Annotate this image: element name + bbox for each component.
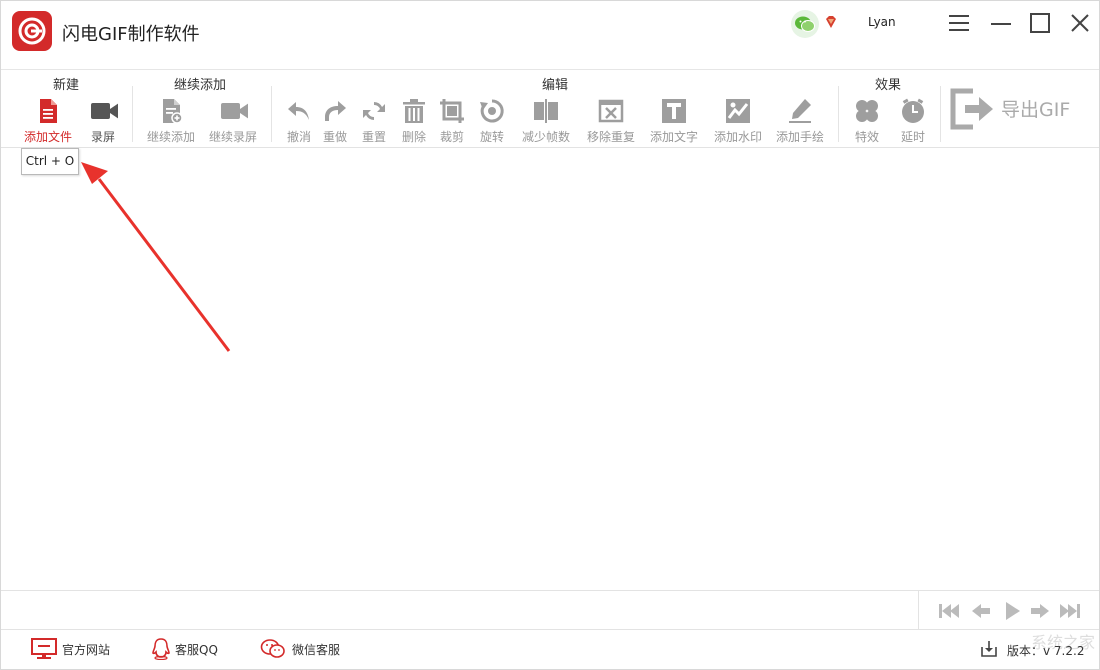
username[interactable]: Lyan (868, 15, 896, 29)
remove-duplicate-button[interactable]: 移除重复 (584, 96, 638, 144)
redo-icon (325, 101, 346, 121)
arrow-left-icon (972, 604, 990, 618)
reduce-frames-button[interactable]: 减少帧数 (519, 96, 573, 144)
remove-duplicate-label: 移除重复 (586, 130, 635, 144)
undo-label: 撤消 (286, 130, 311, 144)
remove-duplicate-icon (598, 99, 624, 123)
reset-label: 重置 (361, 130, 386, 144)
add-text-button[interactable]: 添加文字 (647, 96, 701, 144)
group-label-effects: 效果 (875, 78, 902, 93)
close-icon (1071, 14, 1089, 32)
effects-button[interactable]: 特效 (851, 96, 883, 144)
wechat-support-label: 微信客服 (292, 643, 341, 657)
rotate-label: 旋转 (479, 130, 504, 144)
crop-icon (440, 99, 464, 123)
first-frame-button[interactable] (938, 601, 960, 621)
trash-icon (403, 99, 425, 123)
skip-back-icon (939, 604, 959, 618)
redo-button[interactable]: 重做 (319, 96, 351, 144)
delete-button[interactable]: 删除 (398, 96, 430, 144)
add-drawing-label: 添加手绘 (775, 130, 824, 144)
play-button[interactable] (1002, 601, 1024, 621)
toolbar-divider (940, 86, 941, 142)
qq-icon (152, 638, 170, 660)
close-button[interactable] (1066, 9, 1094, 37)
qq-support-link[interactable]: 客服QQ (151, 638, 231, 660)
undo-button[interactable]: 撤消 (283, 96, 315, 144)
arrow-right-icon (1031, 604, 1049, 618)
export-icon (950, 88, 993, 130)
menu-button[interactable] (945, 9, 973, 37)
add-drawing-button[interactable]: 添加手绘 (773, 96, 827, 144)
official-website-label: 官方网站 (62, 643, 111, 657)
delay-label: 延时 (900, 130, 925, 144)
rotate-icon (480, 99, 504, 123)
toolbar-divider (271, 86, 272, 142)
redo-label: 重做 (322, 130, 347, 144)
effects-label: 特效 (854, 130, 879, 144)
reset-button[interactable]: 重置 (358, 96, 390, 144)
vip-diamond-icon[interactable] (824, 14, 838, 33)
maximize-button[interactable] (1026, 9, 1054, 37)
minimize-button[interactable] (987, 9, 1015, 37)
version-info: 版本：v 7.2.2 (979, 639, 1084, 663)
skip-forward-icon (1060, 604, 1080, 618)
player-divider (1, 590, 1099, 591)
maximize-icon (1030, 13, 1050, 33)
qq-support-label: 客服QQ (175, 643, 218, 657)
previous-frame-button[interactable] (970, 601, 992, 621)
add-watermark-button[interactable]: 添加水印 (711, 96, 765, 144)
status-divider (1, 629, 1099, 630)
player-divider (918, 591, 919, 629)
wechat-login-icon[interactable] (791, 10, 819, 38)
add-text-label: 添加文字 (649, 130, 698, 144)
text-icon (662, 99, 686, 123)
toolbar-divider (838, 86, 839, 142)
export-gif-button[interactable]: 导出GIF (945, 82, 1085, 134)
export-gif-label: 导出GIF (1001, 99, 1071, 121)
refresh-icon (363, 102, 385, 120)
effects-icon (856, 100, 878, 122)
last-frame-button[interactable] (1059, 601, 1081, 621)
pen-icon (789, 99, 811, 123)
crop-button[interactable]: 裁剪 (436, 96, 468, 144)
app-window: 闪电GIF制作软件 Lyan 新建 继续添加 编辑 效果 添加文件 录屏 继续添… (0, 0, 1100, 670)
group-label-edit: 编辑 (542, 78, 569, 93)
delete-label: 删除 (401, 130, 426, 144)
wechat-support-link[interactable]: 微信客服 (260, 638, 350, 660)
crop-label: 裁剪 (439, 130, 464, 144)
watermark-icon (726, 99, 750, 123)
reduce-frames-label: 减少帧数 (521, 130, 570, 144)
annotation-arrow (81, 162, 231, 352)
monitor-icon (31, 638, 57, 659)
play-icon (1006, 602, 1020, 620)
wechat-icon (260, 639, 285, 658)
download-icon[interactable] (979, 639, 999, 659)
clock-icon (902, 98, 924, 123)
undo-icon (288, 102, 309, 120)
add-watermark-label: 添加水印 (713, 130, 762, 144)
minimize-icon (991, 23, 1011, 25)
next-frame-button[interactable] (1029, 601, 1051, 621)
official-website-link[interactable]: 官方网站 (31, 638, 121, 660)
rotate-button[interactable]: 旋转 (476, 96, 508, 144)
reduce-frames-icon (534, 99, 558, 123)
watermark-text: 系统之家 (1031, 633, 1096, 652)
delay-button[interactable]: 延时 (897, 96, 929, 144)
menu-icon (949, 15, 969, 31)
